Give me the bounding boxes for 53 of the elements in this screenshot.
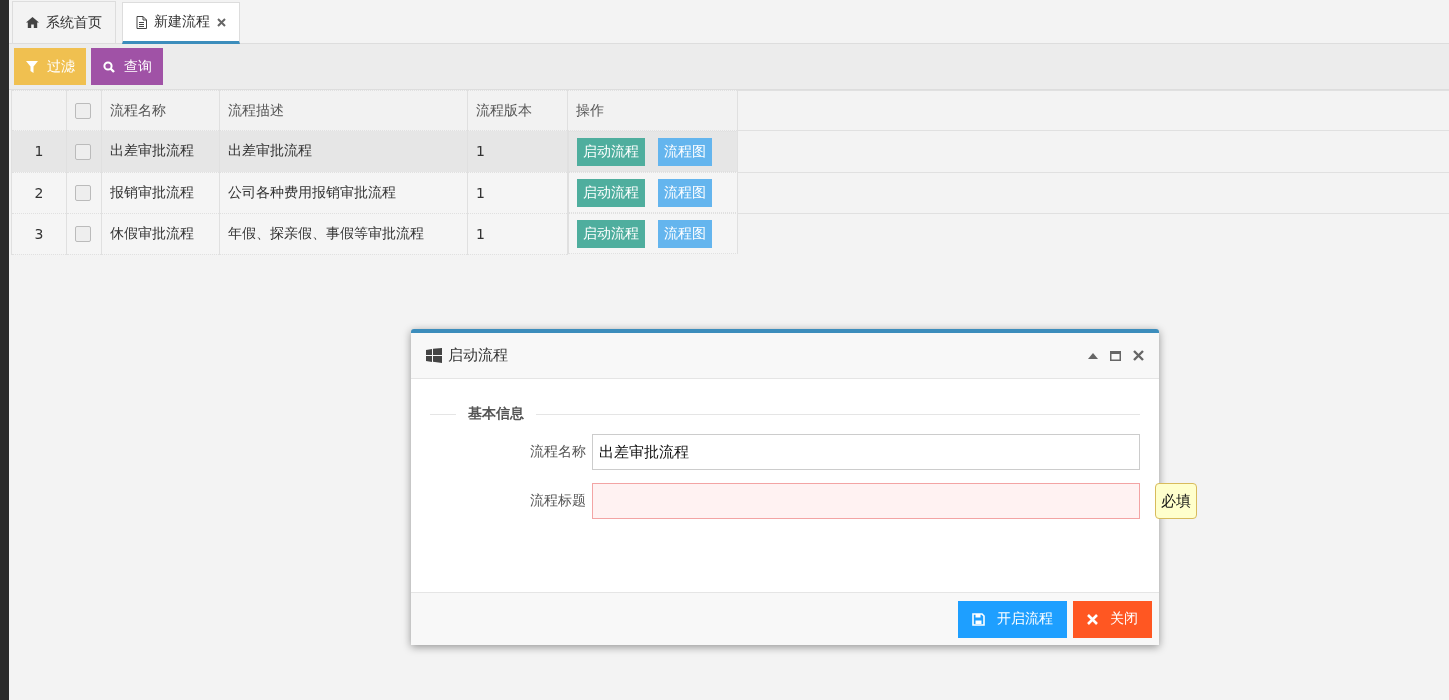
action-button[interactable]: 流程图: [658, 178, 712, 207]
field-label: 流程标题: [529, 492, 586, 510]
action-button[interactable]: 启动流程: [577, 178, 645, 207]
action-button[interactable]: 启动流程: [577, 219, 645, 248]
save-icon: [972, 612, 985, 626]
table-cell: 1: [476, 225, 485, 242]
dialog-button[interactable]: 开启流程: [958, 600, 1067, 638]
tab[interactable]: 新建流程: [122, 2, 240, 44]
column-header: 流程版本: [476, 101, 532, 118]
toolbar-button[interactable]: 查询: [91, 48, 163, 85]
toolbar-button[interactable]: 过滤: [14, 48, 86, 85]
validation-tooltip: 必填: [1155, 483, 1197, 519]
row-number: 2: [34, 184, 44, 201]
table-cell: 年假、探亲假、事假等审批流程: [228, 224, 424, 241]
maximize-icon[interactable]: [1110, 350, 1121, 361]
collapse-icon[interactable]: [1088, 352, 1098, 359]
field-label: 流程名称: [529, 443, 586, 461]
table-cell: 休假审批流程: [110, 224, 194, 241]
action-button[interactable]: 流程图: [658, 137, 712, 166]
checkbox[interactable]: [75, 185, 91, 201]
filter-icon: [26, 60, 38, 73]
section-title: 基本信息: [468, 405, 524, 423]
input-field[interactable]: 出差审批流程: [592, 434, 1140, 470]
table-cell: 1: [476, 184, 485, 201]
column-header: 流程名称: [110, 101, 166, 118]
checkbox[interactable]: [75, 103, 91, 119]
row-number: 3: [34, 225, 44, 242]
checkbox[interactable]: [75, 143, 91, 160]
table-row[interactable]: 3 休假审批流程 年假、探亲假、事假等审批流程 1 启动流程 流程图: [11, 213, 1449, 254]
dialog-title: 启动流程: [448, 346, 508, 365]
column-header: 操作: [576, 101, 604, 118]
input-field[interactable]: [592, 483, 1140, 519]
document-icon: [136, 15, 147, 29]
table-cell: 出差审批流程: [228, 142, 312, 159]
column-header: 流程描述: [228, 101, 284, 118]
dialog-button[interactable]: 关闭: [1073, 600, 1152, 638]
tab[interactable]: 系统首页: [12, 1, 116, 43]
action-button[interactable]: 启动流程: [577, 137, 645, 166]
close-icon[interactable]: [217, 17, 226, 27]
action-button[interactable]: 流程图: [658, 219, 712, 248]
windows-icon: [426, 348, 442, 363]
search-icon: [103, 60, 115, 73]
table-cell: 出差审批流程: [110, 142, 194, 159]
table-row[interactable]: 2 报销审批流程 公司各种费用报销审批流程 1 启动流程 流程图: [11, 172, 1449, 213]
table-cell: 报销审批流程: [110, 183, 194, 200]
table-row[interactable]: 1 出差审批流程 出差审批流程 1 启动流程 流程图: [11, 130, 1449, 172]
table-cell: 1: [476, 143, 485, 160]
close-icon: [1087, 613, 1098, 625]
row-number: 1: [34, 143, 44, 160]
table-cell: 公司各种费用报销审批流程: [228, 183, 396, 200]
home-icon: [26, 17, 39, 28]
checkbox[interactable]: [75, 226, 91, 242]
close-icon[interactable]: [1133, 350, 1144, 361]
